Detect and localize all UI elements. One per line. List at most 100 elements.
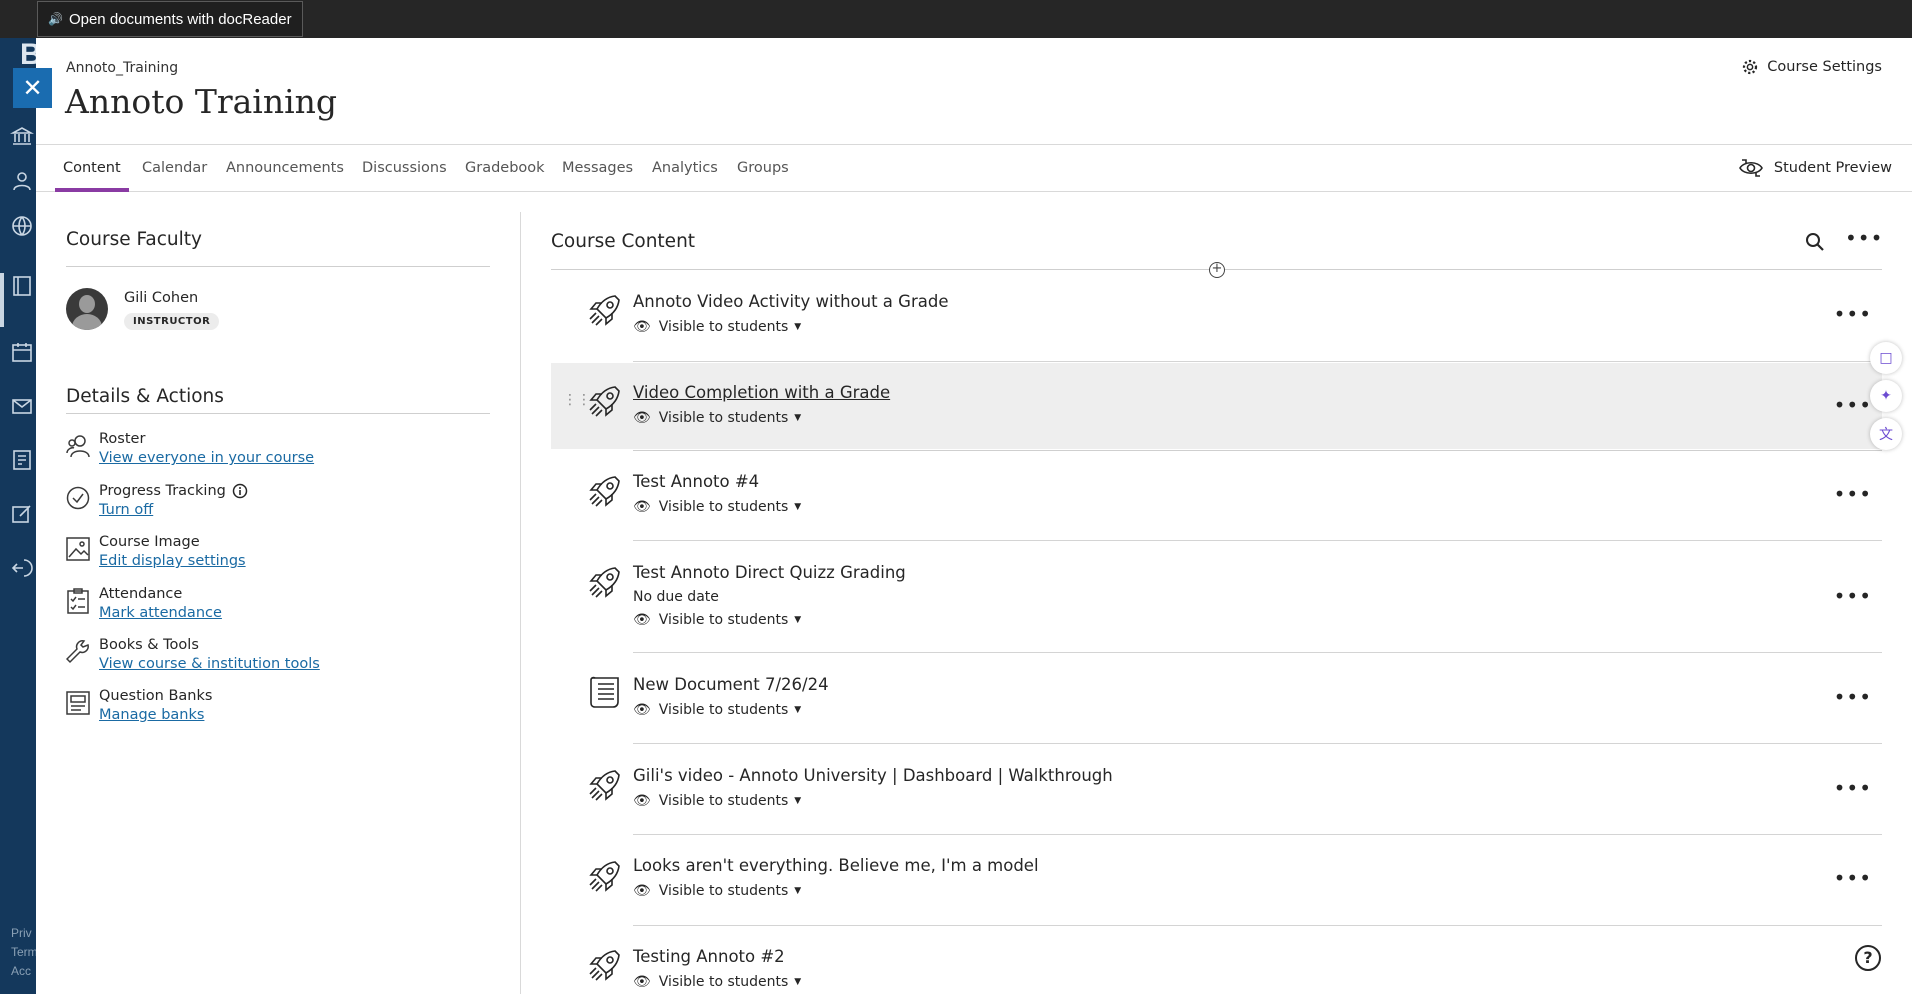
question-banks-link[interactable]: Manage banks	[99, 707, 204, 723]
item-title[interactable]: New Document 7/26/24	[633, 675, 829, 694]
visibility-dropdown[interactable]: 👁 Visible to students ▼	[633, 319, 801, 335]
item-title[interactable]: Gili's video - Annoto University | Dashb…	[633, 766, 1113, 785]
grades-icon[interactable]	[10, 448, 34, 472]
attendance-icon	[66, 588, 90, 614]
item-divider	[633, 743, 1882, 744]
content-item[interactable]: Test Annoto #4 👁 Visible to students ▼ •••	[551, 451, 1882, 541]
content-item[interactable]: New Document 7/26/24 👁 Visible to student…	[551, 654, 1882, 744]
tab-analytics[interactable]: Analytics	[644, 145, 726, 191]
breadcrumb[interactable]: Annoto_Training	[66, 60, 178, 76]
brand-logo: B	[20, 38, 36, 71]
tab-announcements[interactable]: Announcements	[218, 145, 352, 191]
content-item[interactable]: Looks aren't everything. Believe me, I'm…	[551, 836, 1882, 926]
eye-icon: 👁	[633, 612, 651, 628]
details-actions-heading: Details & Actions	[66, 386, 224, 407]
avatar[interactable]	[66, 288, 108, 330]
rocket-icon	[587, 767, 623, 803]
chevron-down-icon: ▼	[794, 886, 802, 896]
student-preview-button[interactable]: Student Preview	[1738, 145, 1892, 191]
roster-link[interactable]: View everyone in your course	[99, 450, 314, 466]
due-date-text: No due date	[633, 589, 719, 605]
item-title[interactable]: Testing Annoto #2	[633, 947, 785, 966]
item-options-icon[interactable]: •••	[1834, 482, 1872, 506]
visibility-dropdown[interactable]: 👁 Visible to students ▼	[633, 702, 801, 718]
visibility-label: Visible to students	[658, 702, 789, 718]
help-icon[interactable]: ?	[1855, 945, 1881, 971]
item-options-icon[interactable]: •••	[1834, 584, 1872, 608]
accessibility-link[interactable]: Acc	[11, 964, 31, 978]
visibility-dropdown[interactable]: 👁 Visible to students ▼	[633, 410, 801, 426]
document-icon	[587, 674, 623, 710]
close-course-button[interactable]: ✕	[13, 68, 52, 108]
tab-messages[interactable]: Messages	[554, 145, 641, 191]
faculty-divider	[66, 266, 490, 267]
chevron-down-icon: ▼	[794, 796, 802, 806]
content-options-icon[interactable]: •••	[1845, 226, 1883, 250]
sign-out-icon[interactable]	[10, 556, 34, 580]
visibility-dropdown[interactable]: 👁 Visible to students ▼	[633, 793, 801, 809]
tab-discussions[interactable]: Discussions	[354, 145, 455, 191]
courses-icon[interactable]	[10, 274, 34, 298]
eye-icon: 👁	[633, 793, 651, 809]
course-settings-button[interactable]: Course Settings	[1741, 58, 1882, 76]
visibility-dropdown[interactable]: 👁 Visible to students ▼	[633, 883, 801, 899]
content-item[interactable]: Gili's video - Annoto University | Dashb…	[551, 745, 1882, 835]
close-icon: ✕	[22, 74, 43, 102]
visibility-label: Visible to students	[658, 883, 789, 899]
globe-icon[interactable]	[10, 214, 34, 238]
item-title[interactable]: Test Annoto Direct Quizz Grading	[633, 563, 906, 582]
item-title[interactable]: Test Annoto #4	[633, 472, 759, 491]
progress-tracking-label: Progress Tracking	[99, 483, 248, 499]
item-options-icon[interactable]: •••	[1834, 393, 1872, 417]
item-options-icon[interactable]: •••	[1834, 866, 1872, 890]
tab-groups[interactable]: Groups	[729, 145, 797, 191]
item-divider	[633, 652, 1882, 653]
tab-calendar[interactable]: Calendar	[134, 145, 215, 191]
question-banks-label: Question Banks	[99, 688, 213, 704]
profile-icon[interactable]	[10, 169, 34, 193]
item-title[interactable]: Annoto Video Activity without a Grade	[633, 292, 948, 311]
left-nav-rail: B Priv Term Acc	[0, 38, 36, 994]
visibility-dropdown[interactable]: 👁 Visible to students ▼	[633, 499, 801, 515]
visibility-dropdown[interactable]: 👁 Visible to students ▼	[633, 974, 801, 990]
visibility-label: Visible to students	[658, 499, 789, 515]
item-title[interactable]: Looks aren't everything. Believe me, I'm…	[633, 856, 1039, 875]
institution-icon[interactable]	[9, 124, 35, 148]
chevron-down-icon: ▼	[794, 413, 802, 423]
docreader-button[interactable]: 🔊 Open documents with docReader	[37, 1, 303, 37]
translate-icon[interactable]: 文	[1870, 418, 1902, 450]
item-options-icon[interactable]: •••	[1834, 302, 1872, 326]
books-tools-link[interactable]: View course & institution tools	[99, 656, 320, 672]
content-item[interactable]: ⋮⋮ Video Completion with a Grade 👁 Visibl…	[551, 363, 1882, 449]
item-options-icon[interactable]: •••	[1834, 776, 1872, 800]
summary-doc-icon[interactable]: □	[1870, 342, 1902, 374]
calendar-icon[interactable]	[10, 340, 34, 364]
ai-sparkle-icon[interactable]: ✦	[1870, 380, 1902, 412]
item-title[interactable]: Video Completion with a Grade	[633, 383, 890, 402]
faculty-name[interactable]: Gili Cohen	[124, 290, 198, 306]
item-divider	[633, 540, 1882, 541]
search-icon[interactable]	[1804, 231, 1826, 253]
visibility-dropdown[interactable]: 👁 Visible to students ▼	[633, 612, 801, 628]
chevron-down-icon: ▼	[794, 977, 802, 987]
attendance-link[interactable]: Mark attendance	[99, 605, 222, 621]
messages-icon[interactable]	[10, 394, 34, 418]
tab-gradebook[interactable]: Gradebook	[457, 145, 553, 191]
item-divider	[633, 834, 1882, 835]
student-preview-label: Student Preview	[1773, 160, 1892, 176]
content-item[interactable]: Testing Annoto #2 👁 Visible to students ▼	[551, 927, 1882, 994]
tab-content[interactable]: Content	[55, 145, 129, 192]
chevron-down-icon: ▼	[794, 502, 802, 512]
progress-tracking-link[interactable]: Turn off	[99, 502, 153, 518]
privacy-link[interactable]: Priv	[11, 926, 32, 940]
tools-icon[interactable]	[10, 502, 34, 526]
item-options-icon[interactable]: •••	[1834, 685, 1872, 709]
course-image-label: Course Image	[99, 534, 200, 550]
terms-link[interactable]: Term	[11, 945, 36, 959]
content-item[interactable]: Annoto Video Activity without a Grade 👁 V…	[551, 272, 1882, 362]
eye-icon: 👁	[633, 883, 651, 899]
info-icon[interactable]	[232, 483, 248, 499]
content-item[interactable]: Test Annoto Direct Quizz Grading No due …	[551, 542, 1882, 653]
course-image-link[interactable]: Edit display settings	[99, 553, 246, 569]
rocket-icon	[587, 858, 623, 894]
